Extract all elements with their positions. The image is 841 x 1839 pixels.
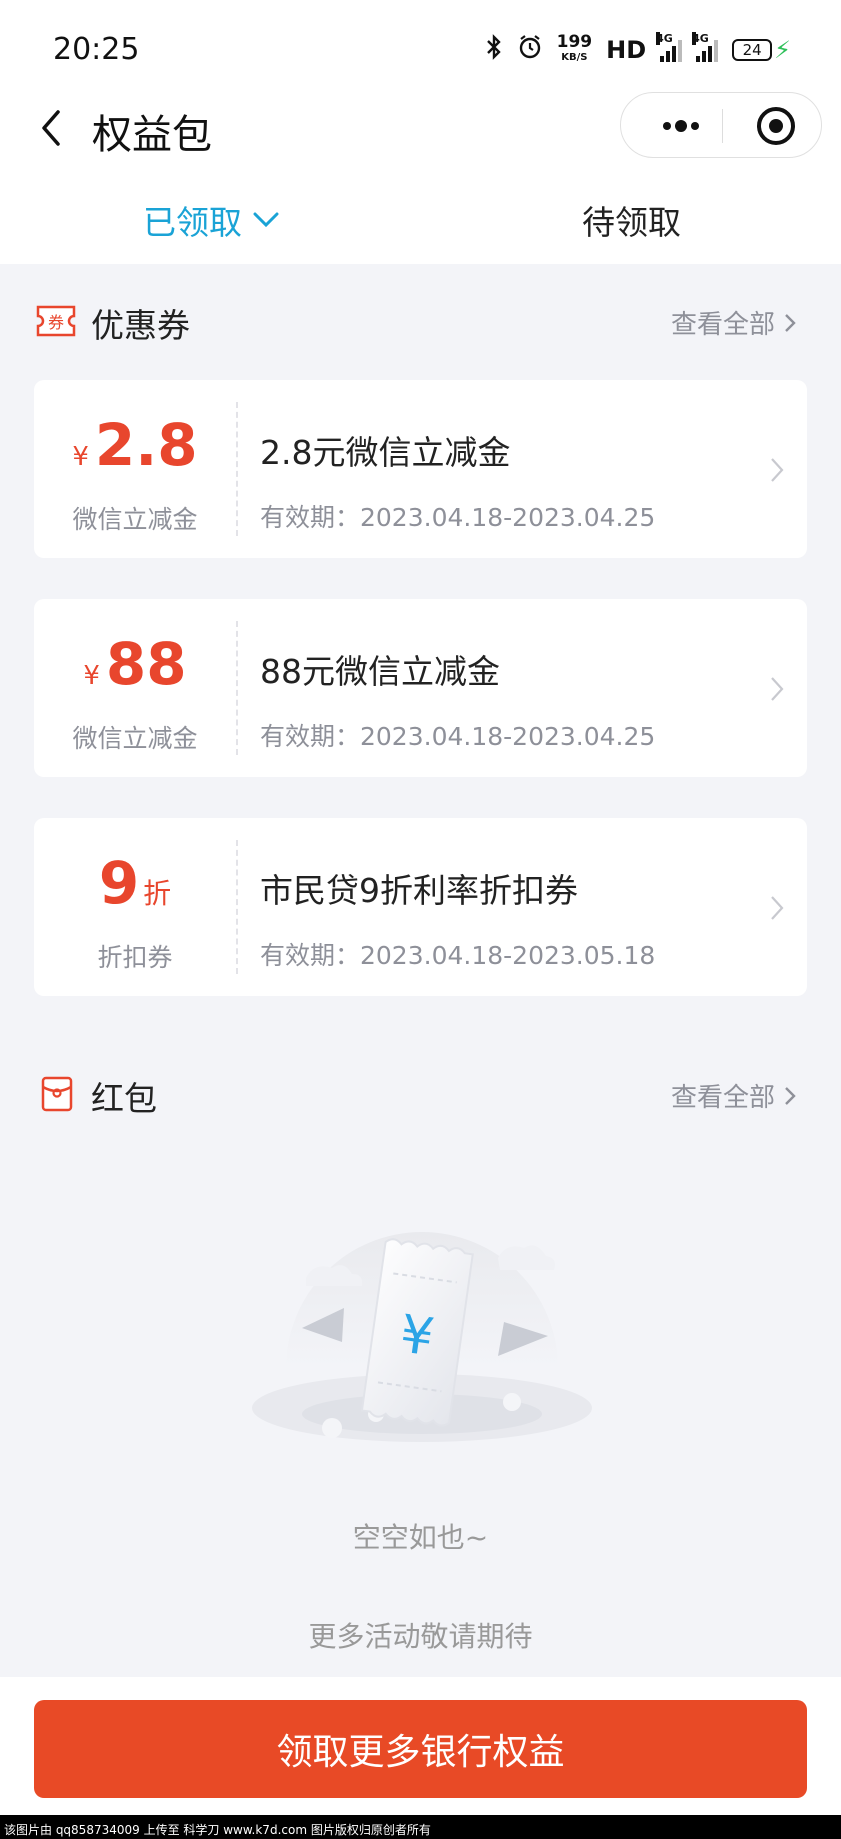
coupon-divider	[236, 402, 238, 536]
status-bar: 20:25 199 KB/S HD 4G 4G 24 ⚡	[0, 0, 841, 90]
coupons-section-title: 优惠券	[91, 306, 190, 345]
coupon-validity: 有效期：2023.04.18-2023.04.25	[260, 503, 656, 532]
tab-bar: 已领取 待领取	[0, 170, 841, 264]
coupon-amount: 2.8	[94, 411, 198, 479]
status-time: 20:25	[53, 32, 140, 67]
bluetooth-icon	[485, 34, 503, 66]
capsule-divider	[722, 109, 723, 143]
coupon-card[interactable]: ¥ 88 微信立减金 88元微信立减金 有效期：2023.04.18-2023.…	[34, 599, 807, 777]
coupon-value: ¥ 88	[34, 633, 236, 695]
red-packet-icon	[36, 1076, 76, 1112]
back-icon[interactable]	[34, 106, 74, 150]
coupon-type: 微信立减金	[72, 505, 198, 534]
coupon-type: 折扣券	[97, 943, 173, 972]
svg-text:券: 券	[48, 313, 64, 332]
charging-icon: ⚡	[774, 36, 791, 64]
redpacket-section-header: 红包 查看全部	[0, 1066, 841, 1126]
chevron-right-icon	[771, 458, 784, 482]
coupon-amount: 9	[98, 849, 140, 917]
signal-icon-1: 4G	[656, 32, 683, 62]
coupon-value-block: ¥ 88 微信立减金	[34, 599, 236, 777]
coupon-card[interactable]: ¥ 2.8 微信立减金 2.8元微信立减金 有效期：2023.04.18-202…	[34, 380, 807, 558]
watermark-text: 该图片由 qq858734009 上传至 科学刀 www.k7d.com 图片版…	[4, 1823, 431, 1837]
coupon-currency: ¥	[83, 661, 100, 691]
signal-1-label: 4G	[656, 32, 673, 45]
network-speed: 199 KB/S	[556, 32, 593, 65]
network-speed-value: 199	[556, 32, 593, 52]
get-more-benefits-button[interactable]: 领取更多银行权益	[34, 1700, 807, 1798]
redpacket-section-title: 红包	[91, 1079, 157, 1118]
signal-icon-2: 4G	[692, 32, 719, 62]
coupon-amount: 88	[105, 630, 187, 698]
coupon-value: 9 折	[34, 852, 236, 914]
miniprogram-capsule	[620, 92, 822, 158]
coupons-section-header: 券 优惠券 查看全部	[0, 293, 841, 353]
redpacket-view-all-label: 查看全部	[670, 1083, 775, 1113]
nav-bar: 权益包	[0, 90, 841, 170]
coupon-value-block: ¥ 2.8 微信立减金	[34, 380, 236, 558]
coupon-ticket-icon: 券	[36, 303, 76, 339]
chevron-right-icon	[785, 313, 796, 332]
bottom-action-area: 领取更多银行权益	[0, 1677, 841, 1839]
signal-2-label: 4G	[692, 32, 709, 45]
coupon-divider	[236, 621, 238, 755]
tab-received-label: 已领取	[143, 203, 242, 242]
chevron-right-icon	[771, 677, 784, 701]
empty-state-title: 空空如也~	[352, 1521, 489, 1554]
empty-coupon-illustration: ¥	[252, 1232, 592, 1442]
hd-indicator: HD	[606, 36, 647, 64]
coupon-card[interactable]: 9 折 折扣券 市民贷9折利率折扣券 有效期：2023.04.18-2023.0…	[34, 818, 807, 996]
coupons-view-all-link[interactable]: 查看全部	[671, 304, 797, 341]
coupons-view-all-label: 查看全部	[670, 310, 775, 340]
close-miniprogram-icon[interactable]	[755, 105, 797, 147]
status-icons: 199 KB/S HD 4G 4G 24 ⚡	[485, 32, 791, 66]
coupon-currency: ¥	[72, 442, 89, 472]
tab-pending-label: 待领取	[582, 203, 681, 242]
coupon-divider	[236, 840, 238, 974]
battery-icon: 24 ⚡	[732, 36, 791, 64]
coupon-name: 88元微信立减金	[260, 652, 500, 691]
coupon-validity: 有效期：2023.04.18-2023.05.18	[260, 941, 656, 970]
network-speed-unit: KB/S	[561, 52, 588, 63]
coupon-unit: 折	[143, 877, 172, 910]
tab-pending[interactable]: 待领取	[582, 196, 681, 244]
more-icon[interactable]	[651, 93, 731, 159]
coupon-validity: 有效期：2023.04.18-2023.04.25	[260, 722, 656, 751]
coupon-name: 市民贷9折利率折扣券	[260, 871, 578, 910]
coupon-value: ¥ 2.8	[34, 414, 236, 476]
battery-level: 24	[732, 39, 773, 61]
empty-state-subtitle: 更多活动敬请期待	[308, 1620, 533, 1653]
alarm-icon	[517, 34, 543, 66]
chevron-right-icon	[785, 1086, 796, 1105]
tab-received[interactable]: 已领取	[143, 196, 280, 244]
page-title: 权益包	[92, 112, 212, 158]
chevron-down-icon	[253, 212, 279, 228]
coupon-value-block: 9 折 折扣券	[34, 818, 236, 996]
coupon-type: 微信立减金	[72, 724, 198, 753]
coupon-name: 2.8元微信立减金	[260, 433, 511, 472]
chevron-right-icon	[771, 896, 784, 920]
redpacket-view-all-link[interactable]: 查看全部	[671, 1077, 797, 1114]
